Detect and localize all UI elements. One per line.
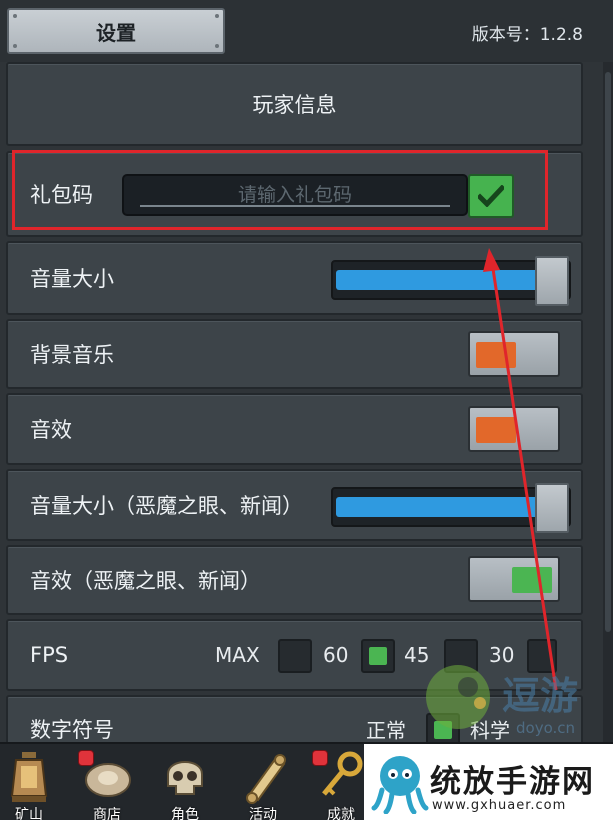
number-format-label: 数字符号 [30,718,114,742]
scrollbar-thumb[interactable] [605,72,611,632]
nav-item-achievement[interactable]: 成就 [306,744,376,820]
settings-tab[interactable]: 设置 [7,8,225,54]
bgm-toggle[interactable] [468,331,560,377]
gift-code-input[interactable] [124,176,466,214]
fps-option-max-label: MAX [215,643,260,667]
sfx-label: 音效 [30,418,72,442]
player-info-button[interactable]: 玩家信息 [6,62,583,146]
volume-devil-slider-handle[interactable] [535,483,569,533]
sfx-devil-label: 音效（恶魔之眼、新闻） [30,569,261,593]
rivet-decoration [215,44,219,48]
checkmark-icon [478,185,504,207]
input-underline [140,205,450,207]
fps-option-45-label: 45 [404,643,430,667]
fps-option-45-checkbox[interactable] [444,639,478,673]
top-bar: 设置 版本号：1.2.8 [0,0,613,62]
nav-item-mine[interactable]: 矿山 [0,744,64,820]
fps-option-max-checkbox[interactable] [278,639,312,673]
gift-code-field[interactable] [122,174,468,216]
nav-label: 矿山 [15,807,43,820]
bottom-nav: 矿山 商店 角色 活动 成就 [0,742,613,820]
fps-row: FPS MAX 60 45 30 [6,619,583,691]
version-label: 版本号：1.2.8 [471,25,583,45]
volume-row: 音量大小 [6,241,583,315]
sfx-devil-toggle[interactable] [468,556,560,602]
volume-devil-slider-fill [336,497,538,517]
nav-label: 活动 [249,807,277,820]
nav-label: 成就 [327,807,355,820]
key-icon [322,751,363,796]
fps-option-60-checkbox[interactable] [361,639,395,673]
volume-devil-label: 音量大小（恶魔之眼、新闻） [30,494,303,518]
volume-slider[interactable] [331,256,571,306]
volume-label: 音量大小 [30,267,114,291]
gift-code-label: 礼包码 [30,183,93,207]
sfx-toggle-knob [476,417,516,443]
nav-label: 角色 [171,807,199,820]
volume-devil-row: 音量大小（恶魔之眼、新闻） [6,469,583,541]
page-title: 设置 [96,20,136,45]
number-format-scientific-label: 科学 [470,718,510,743]
scrollbar[interactable] [603,62,613,742]
sfx-devil-toggle-knob [512,567,552,593]
lantern-icon [10,752,48,802]
ore-rock-icon [85,763,131,797]
bgm-label: 背景音乐 [30,343,114,367]
bgm-toggle-knob [476,342,516,368]
volume-slider-handle[interactable] [535,256,569,306]
sfx-toggle[interactable] [468,406,560,452]
nav-label: 商店 [93,807,121,820]
rivet-decoration [13,14,17,18]
fps-option-60-label: 60 [323,643,349,667]
sfx-row: 音效 [6,393,583,465]
sfx-devil-row: 音效（恶魔之眼、新闻） [6,545,583,615]
player-info-label: 玩家信息 [252,93,337,117]
gift-code-row: 礼包码 [6,151,583,237]
number-format-normal-label: 正常 [366,718,406,743]
rivet-decoration [215,14,219,18]
volume-slider-fill [336,270,538,290]
volume-devil-slider[interactable] [331,483,571,533]
gift-code-confirm-button[interactable] [468,174,514,218]
skull-icon [167,761,203,795]
nav-item-shop[interactable]: 商店 [72,744,142,820]
nav-item-event[interactable]: 活动 [228,744,298,820]
rivet-decoration [13,44,17,48]
fps-option-30-label: 30 [489,643,515,667]
fps-label: FPS [30,643,69,667]
scroll-icon [246,754,286,804]
bgm-row: 背景音乐 [6,319,583,389]
fps-option-30-checkbox[interactable] [527,639,557,673]
nav-item-character[interactable]: 角色 [150,744,220,820]
